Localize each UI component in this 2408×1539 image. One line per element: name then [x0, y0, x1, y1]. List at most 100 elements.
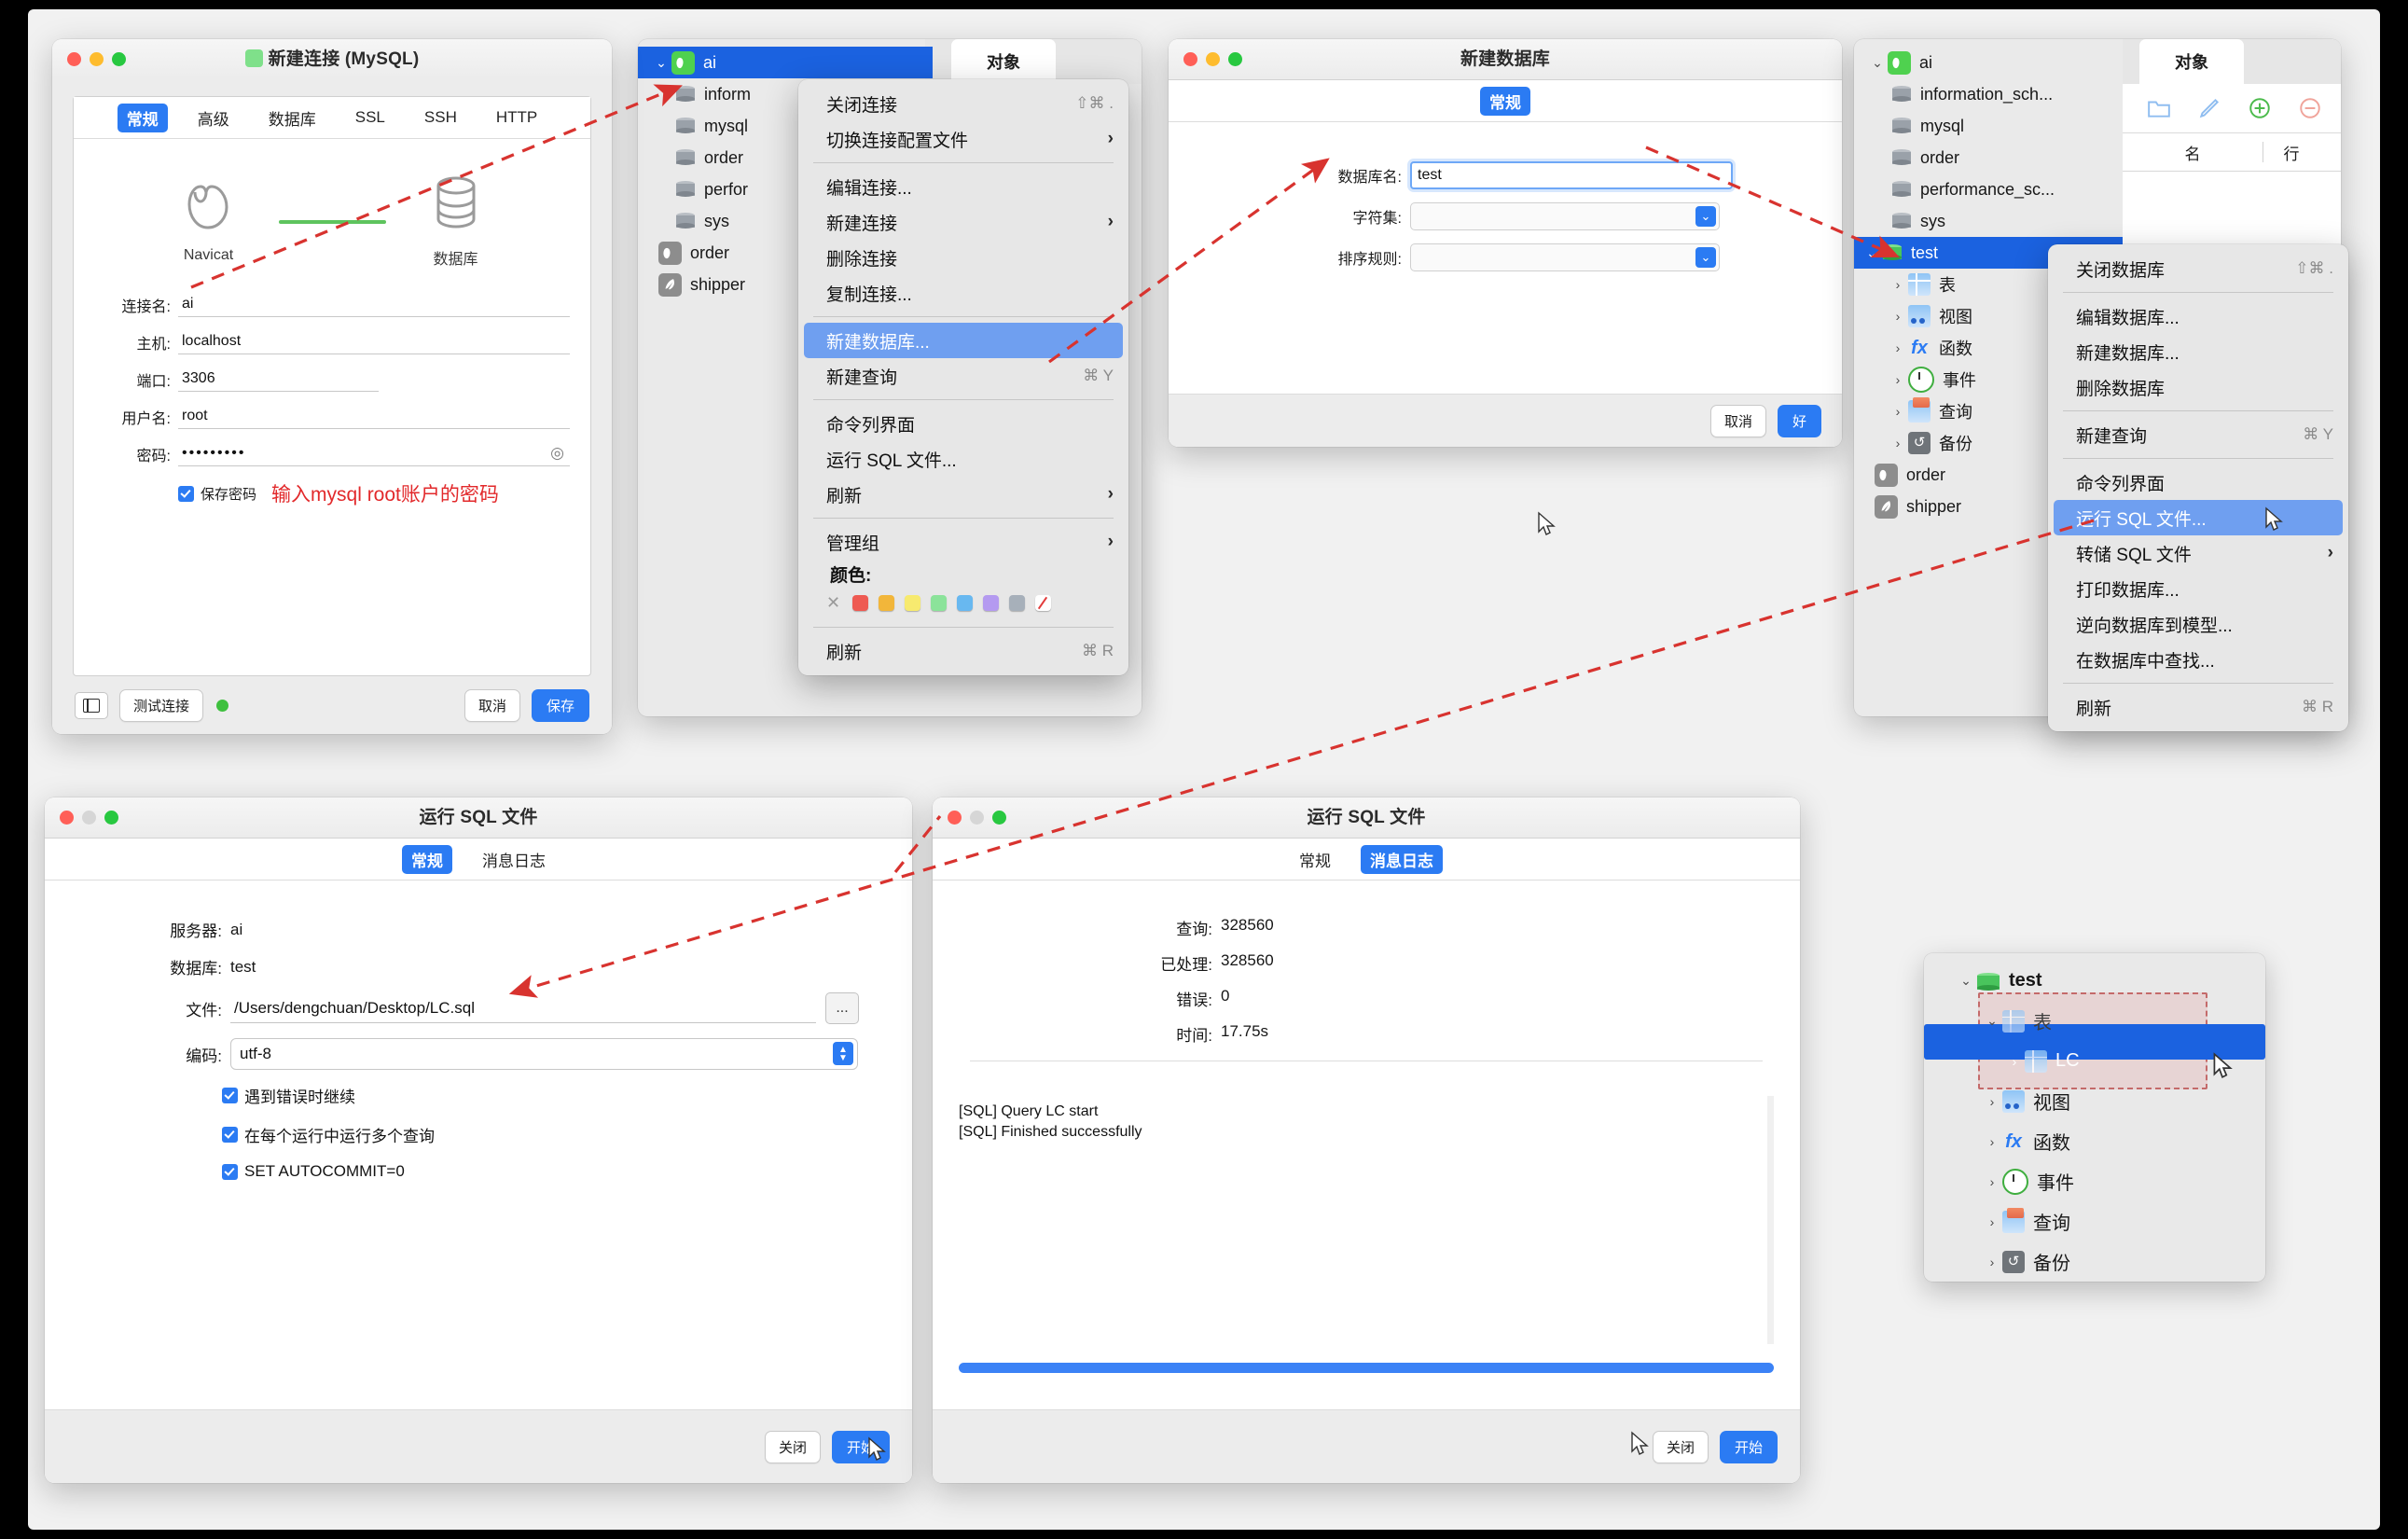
color-swatch-red[interactable]	[852, 595, 869, 611]
cancel-button[interactable]: 取消	[1709, 404, 1766, 437]
color-swatch-blue[interactable]	[957, 595, 974, 611]
log-output[interactable]: [SQL] Query LC start [SQL] Finished succ…	[959, 1096, 1774, 1344]
menu-item-dump-sql-file[interactable]: 转储 SQL 文件 ›	[2048, 535, 2348, 571]
color-swatch-orange[interactable]	[879, 595, 895, 611]
collation-select[interactable]: ⌄	[1410, 243, 1720, 271]
chevron-down-icon[interactable]: ⌄	[651, 55, 671, 71]
menu-item-run-sql-file[interactable]: 运行 SQL 文件...	[2054, 500, 2343, 535]
menu-item-command-line[interactable]: 命令列界面	[798, 406, 1128, 441]
username-input[interactable]	[178, 405, 570, 429]
close-button[interactable]: 关闭	[764, 1430, 821, 1463]
tab-general[interactable]: 常规	[117, 103, 168, 132]
save-password-checkbox[interactable]	[178, 485, 194, 502]
chevron-right-icon[interactable]: ›	[1982, 1174, 2002, 1189]
checkbox-continue-on-error[interactable]: 遇到错误时继续	[222, 1084, 912, 1107]
tree-node-performance-schema[interactable]: performance_sc...	[1854, 173, 2123, 205]
tab-message-log[interactable]: 消息日志	[1361, 844, 1443, 874]
chevron-down-icon[interactable]: ⌄	[1982, 1013, 2002, 1029]
color-swatches[interactable]: ✕	[798, 587, 1128, 621]
start-button[interactable]: 开始	[831, 1430, 890, 1463]
menu-item-find-in-database[interactable]: 在数据库中查找...	[2048, 642, 2348, 677]
column-name[interactable]: 名	[2123, 141, 2263, 164]
color-swatch-gray[interactable]	[1009, 595, 1026, 611]
ok-button[interactable]: 好	[1777, 404, 1821, 437]
popup-node-LC[interactable]: › LC	[1924, 1041, 2265, 1081]
popup-node-backups[interactable]: › ↺ 备份	[1924, 1241, 2265, 1282]
tab-ssl[interactable]: SSL	[346, 105, 394, 130]
tab-http[interactable]: HTTP	[487, 105, 547, 130]
pencil-icon[interactable]	[2197, 96, 2221, 120]
chevron-right-icon[interactable]: ›	[1888, 309, 1908, 324]
connection-context-menu[interactable]: 关闭连接 ⇧⌘ . 切换连接配置文件 › 编辑连接... 新建连接 › 删除连接…	[798, 79, 1128, 675]
popup-node-test[interactable]: ⌄ test	[1924, 961, 2265, 1001]
tree-node-order-db[interactable]: order	[1854, 142, 2123, 173]
chevron-right-icon[interactable]: ›	[1888, 436, 1908, 451]
menu-item-new-query[interactable]: 新建查询 ⌘ Y	[2048, 417, 2348, 452]
tree-node-ai[interactable]: ⌄ ai	[638, 47, 933, 78]
tab-general[interactable]: 常规	[402, 844, 452, 874]
connection-name-input[interactable]	[178, 293, 570, 317]
menu-item-new-query[interactable]: 新建查询 ⌘ Y	[798, 358, 1128, 394]
tree-node-sys[interactable]: sys	[1854, 205, 2123, 237]
popup-node-queries[interactable]: › 查询	[1924, 1201, 2265, 1241]
test-connection-button[interactable]: 测试连接	[119, 688, 204, 722]
chevron-right-icon[interactable]: ›	[2004, 1054, 2025, 1069]
chevron-right-icon[interactable]: ›	[1982, 1214, 2002, 1229]
host-input[interactable]	[178, 330, 570, 354]
tab-message-log[interactable]: 消息日志	[473, 845, 555, 874]
color-swatch-green[interactable]	[931, 595, 948, 611]
tree-node-ai[interactable]: ⌄ ai	[1854, 47, 2123, 78]
chevron-down-icon[interactable]: ⌄	[1861, 245, 1882, 261]
popup-node-views[interactable]: › 视图	[1924, 1081, 2265, 1121]
chevron-down-icon[interactable]: ⌄	[1956, 973, 1976, 989]
menu-item-command-line[interactable]: 命令列界面	[2048, 464, 2348, 500]
popup-node-tables[interactable]: ⌄ 表	[1924, 1001, 2265, 1041]
menu-item-refresh[interactable]: 刷新 ⌘ R	[2048, 689, 2348, 725]
tree-node-mysql[interactable]: mysql	[1854, 110, 2123, 142]
menu-item-run-sql-file[interactable]: 运行 SQL 文件...	[798, 441, 1128, 477]
popup-node-functions[interactable]: › fx 函数	[1924, 1121, 2265, 1161]
chevron-right-icon[interactable]: ›	[1982, 1094, 2002, 1109]
tab-general[interactable]: 常规	[1480, 86, 1530, 116]
menu-item-new-database[interactable]: 新建数据库...	[2048, 334, 2348, 369]
menu-item-refresh[interactable]: 刷新 ⌘ R	[798, 633, 1128, 669]
tab-general[interactable]: 常规	[1290, 845, 1340, 874]
checkbox-multiple-queries[interactable]: 在每个运行中运行多个查询	[222, 1123, 912, 1146]
menu-item-reverse-to-model[interactable]: 逆向数据库到模型...	[2048, 606, 2348, 642]
checkbox[interactable]	[222, 1088, 238, 1103]
show-password-icon[interactable]: ◎	[550, 444, 564, 463]
start-button[interactable]: 开始	[1719, 1430, 1778, 1463]
tab-object[interactable]: 对象	[951, 39, 1056, 84]
menu-item-switch-profile[interactable]: 切换连接配置文件 ›	[798, 121, 1128, 157]
plus-circle-icon[interactable]	[2248, 96, 2272, 120]
color-swatch-yellow[interactable]	[905, 595, 921, 611]
file-path-input[interactable]	[230, 993, 816, 1023]
chevron-right-icon[interactable]: ›	[1888, 404, 1908, 419]
folder-icon[interactable]	[2147, 96, 2171, 120]
chevron-right-icon[interactable]: ›	[1888, 372, 1908, 387]
charset-select[interactable]: ⌄	[1410, 202, 1720, 230]
tab-object[interactable]: 对象	[2139, 39, 2244, 84]
menu-item-new-connection[interactable]: 新建连接 ›	[798, 204, 1128, 240]
encoding-select[interactable]: utf-8 ▲ ▼	[230, 1038, 858, 1070]
tab-database[interactable]: 数据库	[259, 104, 325, 132]
menu-item-edit-connection[interactable]: 编辑连接...	[798, 169, 1128, 204]
chevron-right-icon[interactable]: ›	[1888, 340, 1908, 355]
database-context-menu[interactable]: 关闭数据库 ⇧⌘ . 编辑数据库... 新建数据库... 删除数据库 新建查询 …	[2048, 244, 2348, 731]
checkbox-autocommit[interactable]: SET AUTOCOMMIT=0	[222, 1162, 912, 1181]
menu-item-new-database[interactable]: 新建数据库...	[804, 323, 1123, 358]
close-button[interactable]: 关闭	[1652, 1430, 1709, 1463]
chevron-right-icon[interactable]: ›	[1888, 277, 1908, 292]
scrollbar[interactable]	[1767, 1096, 1774, 1344]
database-name-input[interactable]	[1410, 161, 1733, 189]
custom-color-icon[interactable]	[1035, 595, 1052, 611]
no-color-icon[interactable]: ✕	[826, 593, 840, 613]
checkbox[interactable]	[222, 1127, 238, 1143]
save-button[interactable]: 保存	[531, 688, 589, 722]
tab-advanced[interactable]: 高级	[188, 104, 239, 132]
tab-ssh[interactable]: SSH	[415, 105, 466, 130]
column-rows[interactable]: 行	[2263, 141, 2319, 164]
menu-item-delete-connection[interactable]: 删除连接	[798, 240, 1128, 275]
menu-item-close-database[interactable]: 关闭数据库 ⇧⌘ .	[2048, 251, 2348, 286]
port-input[interactable]	[178, 367, 379, 392]
